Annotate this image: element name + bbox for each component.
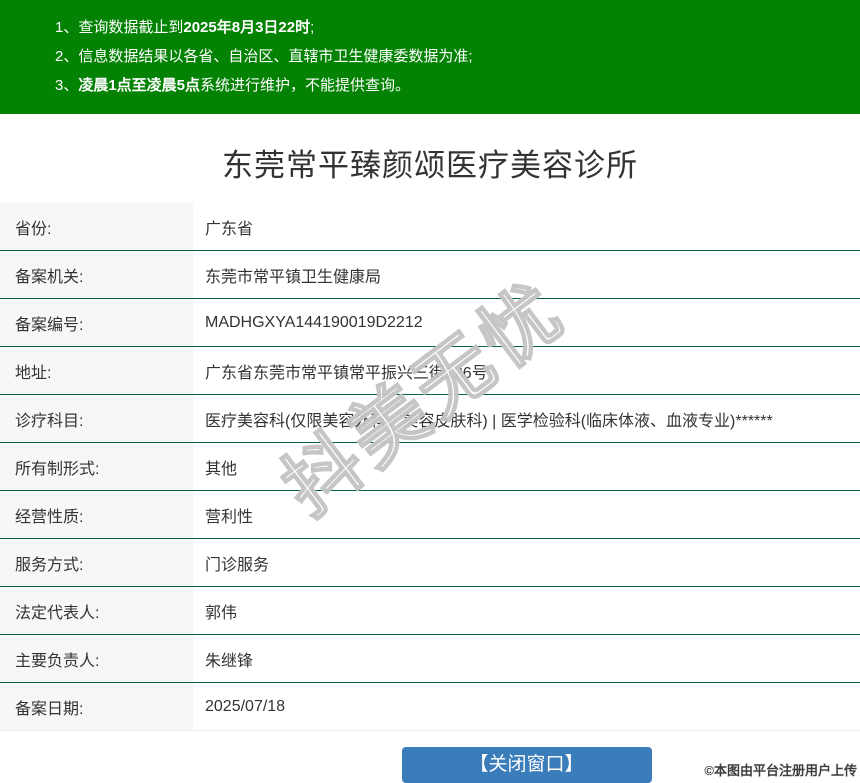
table-row-person-in-charge: 主要负责人: 朱继锋: [0, 635, 860, 683]
row-label: 备案机关:: [0, 251, 193, 298]
row-label: 备案编号:: [0, 299, 193, 346]
row-label: 地址:: [0, 347, 193, 394]
row-label: 法定代表人:: [0, 587, 193, 634]
row-value: 广东省东莞市常平镇常平振兴三街126号: [205, 364, 488, 382]
close-window-button[interactable]: 【关闭窗口】: [401, 747, 652, 783]
table-row-filing-date: 备案日期: 2025/07/18: [0, 683, 860, 731]
table-row-province: 省份: 广东省: [0, 203, 860, 251]
row-value: 朱继锋: [205, 652, 254, 670]
page-title: 东莞常平臻颜颂医疗美容诊所: [222, 148, 638, 183]
row-value: 广东省: [205, 220, 254, 238]
table-row-filing-authority: 备案机关: 东莞市常平镇卫生健康局: [0, 251, 860, 299]
row-value: 门诊服务: [205, 556, 270, 574]
notice-text: ;: [310, 19, 315, 36]
table-row-address: 地址: 广东省东莞市常平镇常平振兴三街126号: [0, 347, 860, 395]
notice-number: 2、: [55, 48, 79, 65]
notice-banner: 1、查询数据截止到2025年8月3日22时; 2、信息数据结果以各省、自治区、直…: [0, 0, 860, 114]
notice-text: 信息数据结果以各省、自治区、直辖市卫生健康委数据为准;: [78, 48, 473, 65]
notice-text: 查询数据截止到: [78, 19, 184, 36]
row-value: 其他: [205, 460, 238, 478]
notice-line-2: 2、信息数据结果以各省、自治区、直辖市卫生健康委数据为准;: [55, 42, 840, 71]
registration-info-table: 省份: 广东省 备案机关: 东莞市常平镇卫生健康局 备案编号: MADHGXYA…: [0, 203, 860, 731]
row-value: 2025/07/18: [205, 697, 286, 715]
notice-line-1: 1、查询数据截止到2025年8月3日22时;: [55, 13, 840, 42]
row-value: 营利性: [205, 508, 254, 526]
notice-number: 1、: [55, 19, 79, 36]
row-value: MADHGXYA144190019D2212: [205, 313, 423, 331]
row-label: 服务方式:: [0, 539, 193, 586]
row-label: 经营性质:: [0, 491, 193, 538]
table-row-service-mode: 服务方式: 门诊服务: [0, 539, 860, 587]
table-row-business-nature: 经营性质: 营利性: [0, 491, 860, 539]
notice-line-3: 3、凌晨1点至凌晨5点系统进行维护，不能提供查询。: [55, 71, 840, 100]
notice-bold-text: 凌晨1点至凌晨5点: [78, 77, 201, 94]
table-row-medical-subjects: 诊疗科目: 医疗美容科(仅限美容外科、美容皮肤科) | 医学检验科(临床体液、血…: [0, 395, 860, 443]
table-row-ownership-form: 所有制形式: 其他: [0, 443, 860, 491]
row-label: 所有制形式:: [0, 443, 193, 490]
notice-bold-text: 2025年8月3日22时: [183, 19, 311, 36]
table-row-filing-number: 备案编号: MADHGXYA144190019D2212: [0, 299, 860, 347]
table-row-legal-representative: 法定代表人: 郭伟: [0, 587, 860, 635]
row-label: 诊疗科目:: [0, 395, 193, 442]
row-value: 医疗美容科(仅限美容外科、美容皮肤科) | 医学检验科(临床体液、血液专业)**…: [205, 412, 773, 430]
row-value: 郭伟: [205, 604, 238, 622]
platform-upload-attribution: ©本图由平台注册用户上传: [704, 763, 857, 778]
row-label: 主要负责人:: [0, 635, 193, 682]
row-value: 东莞市常平镇卫生健康局: [205, 268, 382, 286]
row-label: 备案日期:: [0, 683, 193, 730]
row-label: 省份:: [0, 203, 193, 250]
notice-number: 3、: [55, 77, 79, 94]
notice-text: 系统进行维护，不能提供查询。: [200, 77, 411, 94]
